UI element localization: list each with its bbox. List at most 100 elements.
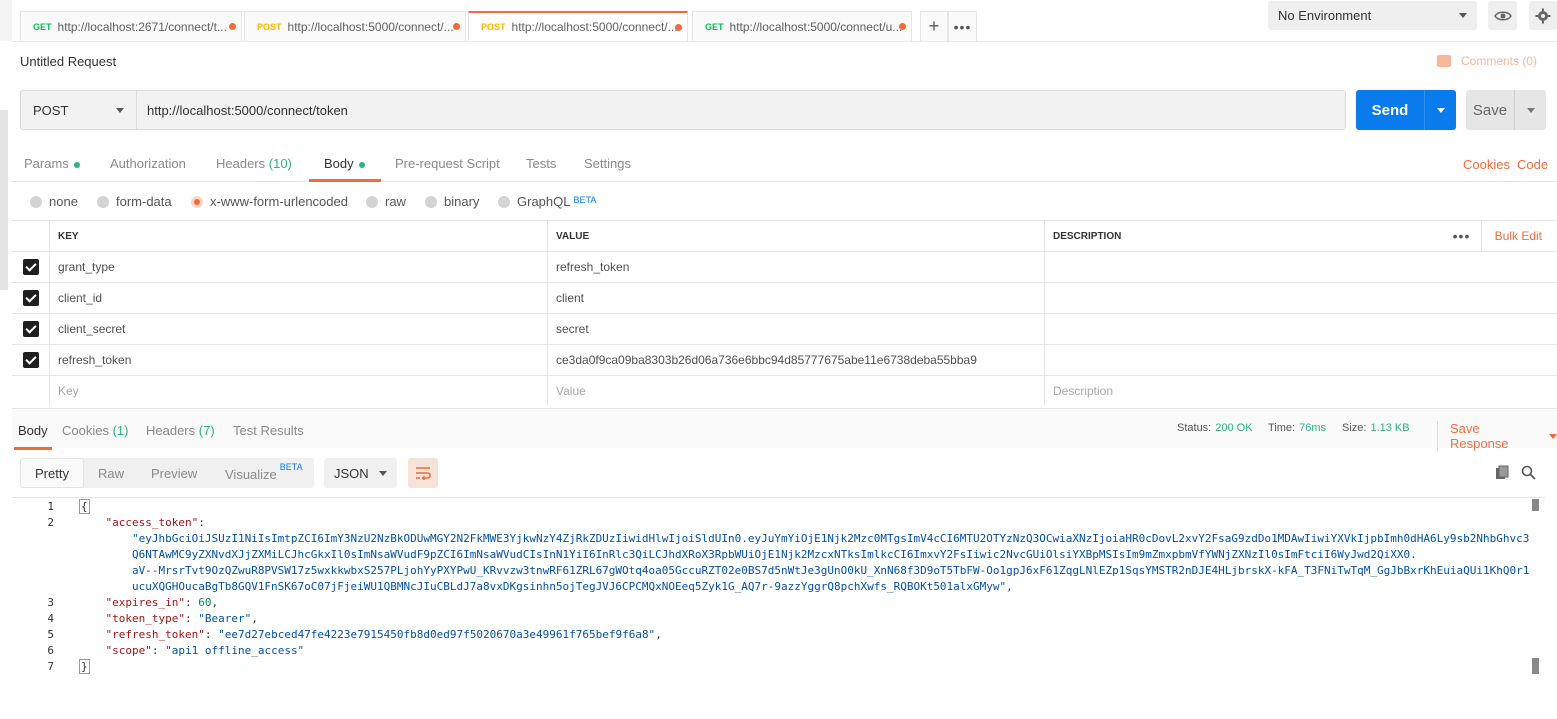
- tab-body[interactable]: Body: [309, 156, 381, 182]
- request-title[interactable]: Untitled Request: [20, 54, 116, 69]
- new-description-input[interactable]: Description: [1044, 376, 1557, 406]
- table-options-more-icon[interactable]: •••: [1442, 221, 1482, 251]
- param-key-cell[interactable]: client_secret: [49, 314, 547, 344]
- response-tab-body[interactable]: Body: [14, 423, 52, 450]
- row-enabled-checkbox[interactable]: [12, 252, 49, 282]
- code-link[interactable]: Code: [1517, 157, 1548, 172]
- manage-environments-gear-icon[interactable]: [1529, 1, 1557, 30]
- radio-graphql[interactable]: GraphQL BETA: [498, 190, 596, 209]
- json-close-brace: }: [79, 659, 90, 674]
- comments-button[interactable]: Comments (0): [1436, 54, 1537, 68]
- param-value-cell[interactable]: ce3da0f9ca09ba8303b26d06a736e6bbc94d8577…: [547, 345, 1044, 375]
- checkmark-icon: [22, 321, 39, 337]
- http-method-value: POST: [33, 102, 69, 118]
- request-tab-bar: GET http://localhost:2671/connect/t... P…: [0, 0, 1557, 41]
- checkmark-icon: [22, 352, 39, 368]
- environment-quick-look-eye-icon[interactable]: [1488, 1, 1517, 30]
- new-tab-plus-icon[interactable]: +: [920, 11, 948, 41]
- param-value-cell[interactable]: client: [547, 283, 1044, 313]
- code-line: 5 "refresh_token": "ee7d27ebced47fe4223e…: [47, 628, 662, 641]
- send-options-chevron-down-icon[interactable]: [1424, 90, 1456, 130]
- response-tab-test-results[interactable]: Test Results: [233, 423, 304, 438]
- chevron-down-icon: [1459, 13, 1467, 18]
- response-view-modes: Pretty Raw Preview VisualizeBETA: [20, 458, 314, 488]
- param-value-cell[interactable]: refresh_token: [547, 252, 1044, 282]
- row-enabled-checkbox[interactable]: [12, 314, 49, 344]
- request-tab-3-active[interactable]: POST http://localhost:5000/connect/...: [468, 11, 688, 41]
- save-options-chevron-down-icon[interactable]: [1514, 90, 1546, 130]
- code-line: 3 "expires_in": 60,: [47, 596, 219, 609]
- tab-headers[interactable]: Headers (10): [216, 156, 292, 182]
- new-value-input[interactable]: Value: [547, 376, 1044, 406]
- save-button[interactable]: Save: [1466, 90, 1546, 130]
- radio-x-www-form-urlencoded[interactable]: x-www-form-urlencoded: [191, 194, 348, 209]
- code-line: 7 }: [47, 659, 90, 674]
- param-key-cell[interactable]: refresh_token: [49, 345, 547, 375]
- send-button[interactable]: Send: [1356, 90, 1456, 130]
- table-header-row: KEY VALUE DESCRIPTION ••• Bulk Edit: [12, 220, 1557, 251]
- cookies-count: (1): [112, 423, 129, 438]
- headers-count: (10): [268, 156, 292, 171]
- view-mode-preview[interactable]: Preview: [151, 466, 197, 481]
- param-key-cell[interactable]: client_id: [49, 283, 547, 313]
- editor-scrollbar-thumb[interactable]: [1532, 658, 1539, 674]
- tab-url: http://localhost:2671/connect/t...: [57, 19, 227, 34]
- param-description-cell[interactable]: [1044, 252, 1557, 282]
- param-description-cell[interactable]: [1044, 314, 1557, 344]
- response-body-editor[interactable]: 1 { 2 "access_token": "eyJhbGciOiJSUzI1N…: [12, 497, 1542, 719]
- param-key-cell[interactable]: grant_type: [49, 252, 547, 282]
- cookies-link[interactable]: Cookies: [1463, 157, 1510, 172]
- code-line: 6 "scope": "api1 offline_access": [47, 644, 305, 657]
- new-key-input[interactable]: Key: [49, 376, 547, 406]
- table-row: client_id client: [12, 282, 1557, 313]
- response-tab-headers[interactable]: Headers (7): [146, 423, 215, 438]
- tab-params[interactable]: Params: [24, 156, 80, 182]
- wrap-line-icon[interactable]: [408, 458, 438, 488]
- view-mode-raw[interactable]: Raw: [98, 466, 124, 481]
- http-method-select[interactable]: POST: [21, 91, 137, 129]
- request-url-input[interactable]: http://localhost:5000/connect/token: [137, 91, 1345, 129]
- code-line-wrap: aV--MrsrTvt9OzQZwuR8PVSW17z5wxkkwbxS257P…: [131, 564, 1530, 577]
- request-tab-2[interactable]: POST http://localhost:5000/connect/...: [244, 11, 466, 41]
- response-format-select[interactable]: JSON: [324, 458, 397, 488]
- radio-raw[interactable]: raw: [366, 194, 406, 209]
- table-row: grant_type refresh_token: [12, 251, 1557, 282]
- radio-binary[interactable]: binary: [425, 194, 479, 209]
- tab-authorization[interactable]: Authorization: [110, 156, 186, 182]
- search-icon[interactable]: [1519, 463, 1537, 481]
- bulk-edit-link[interactable]: Bulk Edit: [1495, 221, 1542, 251]
- params-active-dot-icon: [73, 161, 80, 168]
- tab-tests[interactable]: Tests: [526, 156, 556, 182]
- left-panel-scrollbar[interactable]: [0, 110, 8, 290]
- view-mode-pretty[interactable]: Pretty: [35, 466, 69, 481]
- view-mode-visualize[interactable]: VisualizeBETA: [225, 462, 303, 482]
- tab-settings[interactable]: Settings: [584, 156, 631, 182]
- param-description-cell[interactable]: [1044, 345, 1557, 375]
- param-value-cell[interactable]: secret: [547, 314, 1044, 344]
- request-tab-1[interactable]: GET http://localhost:2671/connect/t...: [20, 11, 242, 41]
- code-line-wrap: "eyJhbGciOiJSUzI1NiIsImtpZCI6ImY3NzU2NzB…: [131, 532, 1530, 545]
- param-description-cell[interactable]: [1044, 283, 1557, 313]
- radio-none[interactable]: none: [30, 194, 78, 209]
- editor-scrollbar-thumb[interactable]: [1532, 499, 1539, 511]
- copy-icon[interactable]: [1493, 463, 1511, 481]
- chevron-down-icon: [116, 107, 124, 113]
- response-size: Size: 1.13 KB: [1342, 422, 1410, 434]
- code-line: 1 {: [47, 499, 90, 514]
- tab-pre-request-script[interactable]: Pre-request Script: [395, 156, 500, 182]
- unsaved-dot-icon: [229, 23, 236, 30]
- visualize-beta-badge: BETA: [279, 462, 303, 472]
- request-tab-4[interactable]: GET http://localhost:5000/connect/u...: [692, 11, 912, 41]
- environment-select[interactable]: No Environment: [1268, 1, 1477, 30]
- radio-form-data[interactable]: form-data: [97, 194, 172, 209]
- code-line: 4 "token_type": "Bearer",: [47, 612, 258, 625]
- response-tab-cookies[interactable]: Cookies (1): [62, 423, 128, 438]
- tab-options-more-icon[interactable]: •••: [948, 11, 977, 41]
- row-enabled-checkbox[interactable]: [12, 345, 49, 375]
- column-header-description: DESCRIPTION: [1044, 221, 1442, 251]
- column-header-value: VALUE: [547, 221, 1044, 251]
- save-response-button[interactable]: Save Response: [1437, 421, 1557, 451]
- tab-method: POST: [257, 21, 282, 32]
- table-row: refresh_token ce3da0f9ca09ba8303b26d06a7…: [12, 344, 1557, 375]
- row-enabled-checkbox[interactable]: [12, 283, 49, 313]
